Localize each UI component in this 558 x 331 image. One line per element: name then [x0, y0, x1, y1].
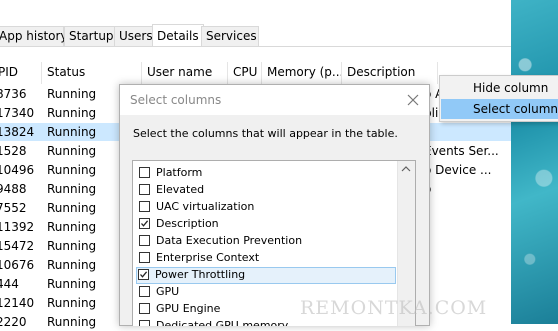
column-option-label: Enterprise Context: [156, 251, 260, 264]
tab-startup-label: Startup: [69, 29, 114, 43]
column-option[interactable]: UAC virtualization: [137, 199, 409, 216]
close-icon[interactable]: [403, 90, 423, 110]
checkbox-icon[interactable]: [139, 320, 150, 326]
checkbox-checked-icon[interactable]: [138, 269, 149, 280]
column-option[interactable]: Data Execution Prevention: [137, 233, 409, 250]
menu-item-select-columns-label: Select columns: [473, 102, 558, 116]
row-status: Running: [47, 239, 97, 253]
row-status: Running: [47, 220, 97, 234]
tab-bar: App history Startup Users Details Servic…: [0, 24, 511, 47]
column-header-user-name[interactable]: User name: [142, 62, 228, 84]
column-option[interactable]: Elevated: [137, 182, 409, 199]
row-pid: 17340: [0, 106, 35, 120]
row-status: Running: [47, 201, 97, 215]
column-header-memory-label: Memory (p...: [267, 65, 342, 79]
column-header-memory[interactable]: Memory (p...: [262, 62, 342, 84]
dialog-description: Select the columns that will appear in t…: [133, 127, 398, 140]
column-context-menu: Hide column Select columns: [439, 75, 558, 122]
row-pid: 12140: [0, 296, 35, 310]
row-pid: 1528: [0, 144, 27, 158]
row-pid: 2220: [0, 315, 27, 329]
column-option[interactable]: Dedicated GPU memory: [137, 318, 409, 326]
row-status: Running: [47, 106, 97, 120]
column-option-label: Power Throttling: [155, 268, 246, 281]
menu-item-hide-column-label: Hide column: [473, 81, 549, 95]
tab-app-history-label: App history: [0, 29, 68, 43]
tab-users[interactable]: Users: [114, 26, 154, 46]
column-header-description[interactable]: Description: [342, 62, 438, 84]
column-header-user-name-label: User name: [147, 65, 213, 79]
row-status: Running: [47, 315, 97, 329]
column-option-label: Dedicated GPU memory: [156, 319, 289, 326]
column-option-label: GPU: [156, 285, 180, 298]
column-header-description-label: Description: [347, 65, 416, 79]
desktop-wallpaper: [511, 0, 558, 324]
tab-app-history[interactable]: App history: [0, 26, 68, 46]
row-pid: 10676: [0, 258, 35, 272]
column-header-status-label: Status: [47, 65, 86, 79]
task-manager-window: App history Startup Users Details Servic…: [0, 0, 558, 329]
scroll-up-arrow-icon[interactable]: [401, 166, 411, 172]
column-option[interactable]: Power Throttling: [136, 267, 396, 284]
row-pid: 8736: [0, 87, 27, 101]
tab-services[interactable]: Services: [201, 26, 259, 46]
row-status: Running: [47, 87, 97, 101]
column-header-status[interactable]: Status: [42, 62, 142, 84]
watermark: REMONTKA.COM: [300, 297, 488, 319]
column-header-pid-label: PID: [0, 65, 19, 79]
select-columns-dialog: Select columns Select the columns that w…: [119, 84, 430, 326]
column-option-label: Elevated: [156, 183, 205, 196]
column-option-label: GPU Engine: [156, 302, 221, 315]
row-status: Running: [47, 125, 97, 139]
row-pid: 9488: [0, 182, 27, 196]
column-header-cpu-label: CPU: [233, 65, 258, 79]
row-pid: 10496: [0, 163, 35, 177]
row-status: Running: [47, 277, 97, 291]
checkbox-icon[interactable]: [139, 201, 150, 212]
checkbox-icon[interactable]: [139, 252, 150, 263]
row-status: Running: [47, 163, 97, 177]
column-option-label: Platform: [156, 166, 203, 179]
menu-item-hide-column[interactable]: Hide column: [441, 78, 558, 98]
row-pid: 13824: [0, 125, 35, 139]
menu-item-select-columns[interactable]: Select columns: [441, 99, 558, 119]
row-status: Running: [47, 144, 97, 158]
dialog-title: Select columns: [130, 93, 222, 107]
tab-users-label: Users: [119, 29, 153, 43]
tab-details-label: Details: [157, 29, 199, 43]
row-status: Running: [47, 258, 97, 272]
column-option-label: Data Execution Prevention: [156, 234, 303, 247]
column-option[interactable]: Platform: [137, 165, 409, 182]
tab-startup[interactable]: Startup: [64, 26, 115, 46]
column-header-pid[interactable]: PID: [0, 62, 42, 84]
row-description: Events Ser...: [424, 144, 499, 158]
checkbox-icon[interactable]: [139, 167, 150, 178]
column-option-label: UAC virtualization: [156, 200, 255, 213]
row-description: o Device ...: [424, 163, 492, 177]
row-status: Running: [47, 296, 97, 310]
checkbox-icon[interactable]: [139, 286, 150, 297]
checkbox-icon[interactable]: [139, 235, 150, 246]
row-pid: 7552: [0, 201, 27, 215]
row-pid: 15472: [0, 239, 35, 253]
row-pid: 444: [0, 277, 19, 291]
tab-details[interactable]: Details: [152, 24, 204, 46]
column-option[interactable]: Enterprise Context: [137, 250, 409, 267]
column-option-label: Description: [156, 217, 219, 230]
dialog-title-bar: Select columns: [120, 85, 429, 115]
checkbox-checked-icon[interactable]: [139, 218, 150, 229]
tab-services-label: Services: [206, 29, 257, 43]
column-header-cpu[interactable]: CPU: [228, 62, 262, 84]
checkbox-icon[interactable]: [139, 184, 150, 195]
column-header-row: PID Status User name CPU Memory (p... De…: [0, 62, 511, 84]
row-pid: 11392: [0, 220, 35, 234]
row-status: Running: [47, 182, 97, 196]
column-option[interactable]: Description: [137, 216, 409, 233]
checkbox-icon[interactable]: [139, 303, 150, 314]
